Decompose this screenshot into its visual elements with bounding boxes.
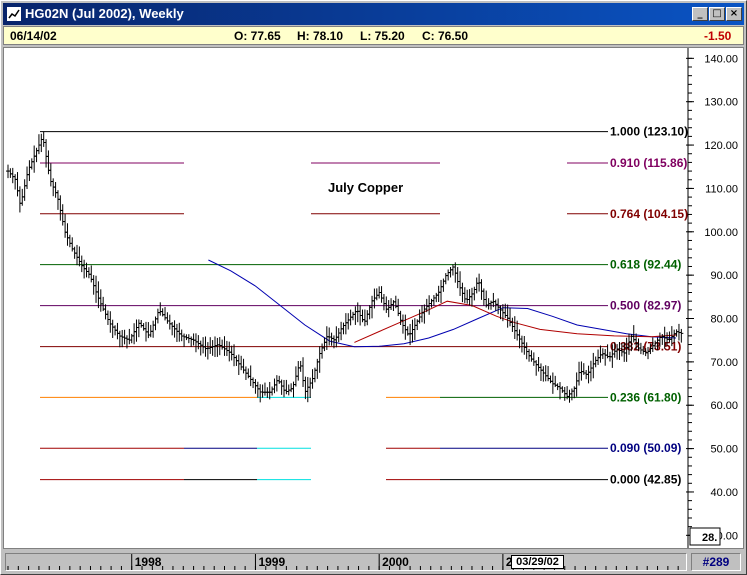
change-value: -1.50: [704, 29, 732, 43]
fibonacci-levels: 1.000 (123.10) 0.910 (115.86) 0.764 (104.1…: [40, 125, 688, 487]
price-axis[interactable]: 140.00 130.00 120.00 110.00 100.00 90.00 80.00…: [686, 53, 738, 542]
maximize-button[interactable]: □: [709, 7, 725, 21]
fib-level-label: 0.764 (104.15): [610, 207, 688, 221]
fib-level-label: 0.910 (115.86): [610, 156, 687, 170]
fib-level-label: 1.000 (123.10): [610, 125, 688, 139]
y-tick-label: 70.00: [710, 357, 738, 369]
time-scrollbar[interactable]: 1998199920002001 03/29/02: [5, 553, 687, 571]
fib-level-label: 0.000 (42.85): [610, 473, 681, 487]
bar-count: #289: [691, 553, 741, 571]
y-tick-label: 100.00: [704, 227, 738, 239]
close-value: C: 76.50: [422, 29, 469, 43]
moving-averages: [208, 259, 677, 348]
close-button[interactable]: ×: [726, 7, 742, 21]
time-axis-bar: 1998199920002001 03/29/02 #289: [3, 551, 744, 573]
current-price-label: 28.: [702, 532, 717, 544]
chart-title: July Copper: [328, 180, 403, 195]
window-title: HG02N (Jul 2002), Weekly: [25, 6, 184, 21]
x-tick-label: 2000: [382, 555, 409, 569]
y-tick-label: 60.00: [710, 400, 738, 412]
open-value: O: 77.65: [234, 29, 281, 43]
scroll-date-indicator[interactable]: 03/29/02: [511, 555, 564, 569]
y-tick-label: 110.00: [705, 183, 738, 195]
chart-window: HG02N (Jul 2002), Weekly _ □ × 06/14/02 …: [0, 0, 747, 575]
y-tick-label: 90.00: [710, 270, 738, 282]
ohlc-info-bar: 06/14/02 O: 77.65 H: 78.10 L: 75.20 C: 7…: [3, 26, 744, 45]
price-bars: [6, 131, 684, 403]
fib-level-label: 0.618 (92.44): [610, 258, 681, 272]
y-tick-label: 80.00: [710, 314, 738, 326]
fib-level-label: 0.236 (61.80): [610, 390, 681, 404]
high-value: H: 78.10: [297, 29, 344, 43]
y-tick-label: 140.00: [704, 53, 738, 65]
fib-level-label: 0.090 (50.09): [610, 441, 681, 455]
y-tick-label: 50.00: [710, 444, 738, 456]
low-value: L: 75.20: [360, 29, 405, 43]
y-tick-label: 120.00: [704, 140, 738, 152]
x-tick-label: 1999: [258, 555, 285, 569]
y-tick-label: 40.00: [710, 487, 738, 499]
chart-app-icon: [7, 7, 21, 21]
minimize-button[interactable]: _: [692, 7, 708, 21]
chart-plot-area[interactable]: 1.000 (123.10) 0.910 (115.86) 0.764 (104.1…: [3, 47, 744, 549]
price-chart[interactable]: 1.000 (123.10) 0.910 (115.86) 0.764 (104.1…: [4, 48, 743, 548]
time-axis: 1998199920002001: [7, 554, 679, 570]
x-tick-label: 1998: [135, 555, 162, 569]
bar-date: 06/14/02: [10, 29, 57, 43]
title-bar[interactable]: HG02N (Jul 2002), Weekly _ □ ×: [3, 3, 744, 25]
y-tick-label: 130.00: [704, 97, 738, 109]
fib-level-label: 0.500 (82.97): [610, 299, 681, 313]
